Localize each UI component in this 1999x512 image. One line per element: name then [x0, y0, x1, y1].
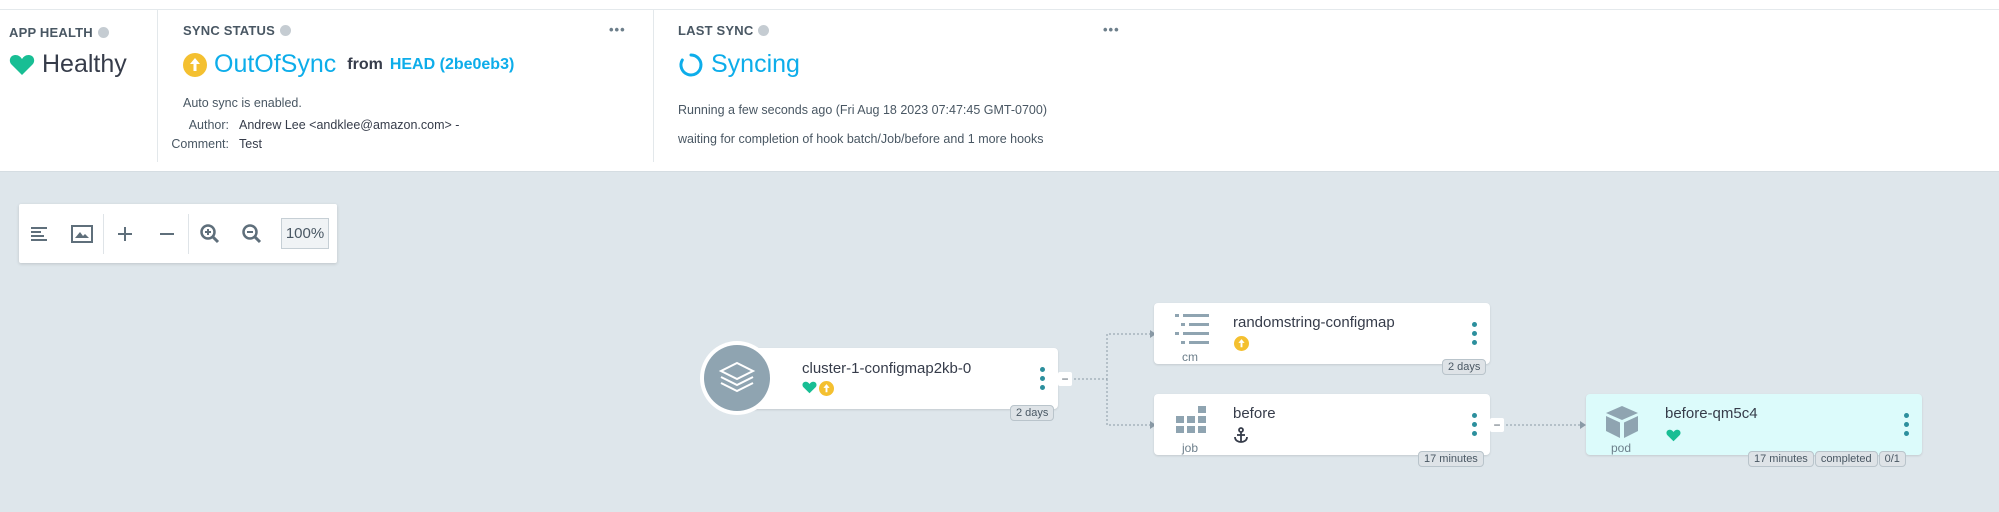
- collapse-children-button[interactable]: −: [1058, 372, 1072, 386]
- configmap-kind-label: cm: [1182, 350, 1198, 364]
- collapse-children-button[interactable]: −: [1490, 418, 1504, 432]
- arrow-circle-up-icon: [819, 381, 834, 396]
- heart-icon: [1666, 429, 1681, 442]
- pod-badges: 17 minutes completed 0/1: [1748, 451, 1906, 467]
- pod-state-badge: completed: [1814, 451, 1878, 467]
- pod-node-menu-icon[interactable]: [1904, 413, 1910, 436]
- configmap-node-menu-icon[interactable]: [1472, 322, 1478, 345]
- layers-icon: [704, 345, 770, 411]
- app-node-circle: [700, 341, 774, 415]
- configmap-icon: [1175, 314, 1209, 344]
- arrow-circle-up-icon: [1234, 336, 1249, 351]
- job-node-menu-icon[interactable]: [1472, 413, 1478, 436]
- configmap-age-badge: 2 days: [1442, 359, 1487, 375]
- anchor-hook-icon: [1234, 427, 1248, 443]
- job-node-name: before: [1233, 405, 1276, 422]
- configmap-node-name: randomstring-configmap: [1233, 314, 1395, 331]
- job-age-badge: 17 minutes: [1418, 451, 1484, 467]
- configmap-node[interactable]: cm randomstring-configmap: [1154, 303, 1490, 364]
- pod-icon: [1606, 406, 1638, 438]
- pod-age-badge: 17 minutes: [1748, 451, 1814, 467]
- pod-node-name: before-qm5c4: [1665, 405, 1758, 422]
- app-node[interactable]: cluster-1-configmap2kb-0: [738, 348, 1058, 409]
- app-node-name: cluster-1-configmap2kb-0: [802, 360, 972, 377]
- job-kind-label: job: [1182, 441, 1199, 455]
- job-node[interactable]: job before: [1154, 394, 1490, 455]
- app-node-menu-icon[interactable]: [1040, 367, 1046, 390]
- job-icon: [1176, 406, 1206, 433]
- pod-node[interactable]: pod before-qm5c4: [1586, 394, 1922, 455]
- pod-ready-badge: 0/1: [1878, 451, 1906, 467]
- pod-kind-label: pod: [1611, 441, 1632, 455]
- app-node-age-badge: 2 days: [1010, 405, 1055, 421]
- heart-icon: [802, 381, 817, 394]
